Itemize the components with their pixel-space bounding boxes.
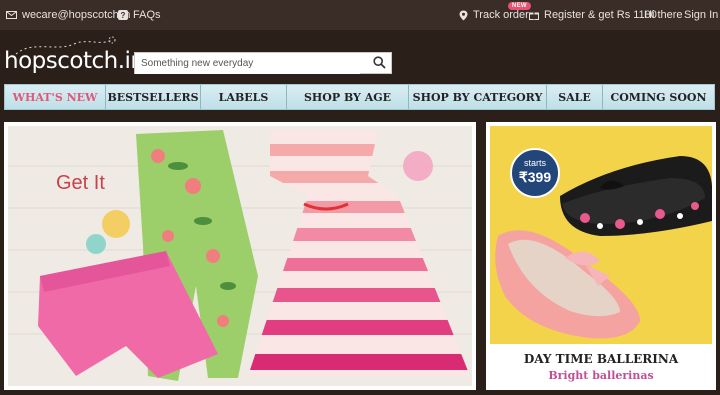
mail-icon [6, 11, 17, 19]
hero-headline: Get It [56, 172, 105, 194]
price-badge-value: ₹399 [518, 169, 552, 185]
site-header: hopscotch.in [0, 30, 720, 84]
tab-shop-by-category[interactable]: SHOP BY CATEGORY [409, 85, 547, 109]
promo-banner[interactable]: starts ₹399 DAY TIME BALLERINA Bright ba… [486, 122, 716, 390]
svg-text:?: ? [121, 11, 126, 20]
promo-subtitle: Bright ballerinas [548, 369, 654, 382]
help-icon: ? [118, 10, 128, 20]
search-box [134, 52, 392, 74]
faqs-text: FAQs [133, 9, 161, 21]
greeting-text: Hi there [644, 9, 683, 21]
promo-image: starts ₹399 [490, 126, 712, 344]
tab-shop-by-age[interactable]: SHOP BY AGE [287, 85, 409, 109]
search-icon[interactable] [373, 56, 386, 69]
track-order-link[interactable]: Track order [459, 9, 529, 21]
hero-image [8, 126, 472, 386]
contact-email-text: wecare@hopscotch.in [22, 9, 131, 21]
track-order-text: Track order [473, 9, 529, 21]
tab-bestsellers[interactable]: BESTSELLERS [106, 85, 201, 109]
tab-coming-soon[interactable]: COMING SOON [603, 85, 714, 109]
gift-icon [529, 12, 539, 20]
tab-labels[interactable]: LABELS [201, 85, 287, 109]
price-badge-label: starts [523, 158, 546, 168]
tab-sale[interactable]: SALE [547, 85, 603, 109]
site-logo[interactable]: hopscotch.in [4, 36, 145, 78]
tab-whats-new[interactable]: WHAT'S NEW [5, 85, 106, 109]
register-link[interactable]: Register & get Rs 1100 [529, 9, 657, 21]
sign-in-link[interactable]: Sign In [684, 9, 718, 21]
promo-title: DAY TIME BALLERINA [523, 352, 679, 366]
new-badge: NEW [508, 2, 531, 10]
price-badge: starts ₹399 [510, 148, 560, 198]
register-text: Register & get Rs 1100 [544, 9, 657, 21]
location-pin-icon [459, 10, 468, 20]
hero-banner[interactable]: Get It [4, 122, 476, 390]
contact-email-link[interactable]: wecare@hopscotch.in [6, 9, 130, 21]
search-input[interactable] [135, 53, 360, 74]
logo-text: hopscotch.in [4, 48, 145, 74]
main-nav: WHAT'S NEW BESTSELLERS LABELS SHOP BY AG… [4, 84, 715, 110]
top-bar: wecare@hopscotch.in ? FAQs Track order N… [0, 0, 720, 30]
faqs-link[interactable]: ? FAQs [118, 9, 161, 21]
